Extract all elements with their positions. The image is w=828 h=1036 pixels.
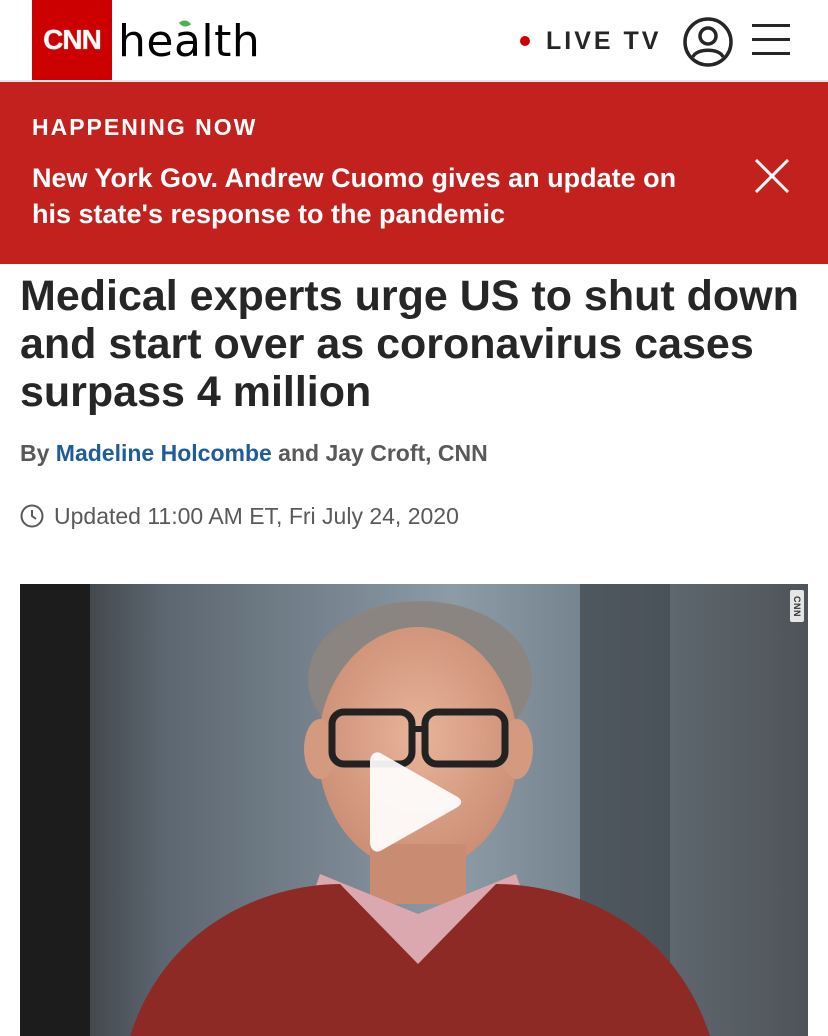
byline-rest: and Jay Croft, CNN (278, 440, 488, 466)
updated-text: Updated 11:00 AM ET, Fri July 24, 2020 (54, 502, 459, 529)
menu-button[interactable] (752, 20, 790, 60)
user-circle-icon (683, 17, 733, 67)
live-tv-label: LIVE TV (546, 26, 662, 55)
hamburger-menu-icon (752, 24, 790, 55)
live-indicator-dot (520, 36, 530, 46)
cnn-logo-text: CNN (43, 24, 102, 55)
banner-headline-link[interactable]: New York Gov. Andrew Cuomo gives an upda… (32, 160, 722, 232)
author-link[interactable]: Madeline Holcombe (56, 440, 272, 466)
byline-prefix: By (20, 440, 50, 466)
top-navigation-bar: CNN health LIVE TV (0, 0, 828, 82)
play-button[interactable] (368, 746, 464, 858)
play-icon (370, 752, 462, 852)
live-tv-button[interactable]: LIVE TV (520, 24, 661, 58)
byline: By Madeline Holcombe and Jay Croft, CNN (20, 440, 488, 467)
banner-close-button[interactable] (752, 156, 792, 196)
updated-timestamp: Updated 11:00 AM ET, Fri July 24, 2020 (20, 502, 459, 530)
happening-now-banner[interactable]: HAPPENING NOW New York Gov. Andrew Cuomo… (0, 82, 828, 264)
clock-icon (20, 504, 44, 528)
account-button[interactable] (682, 16, 734, 68)
cnn-watermark: CNN (790, 590, 804, 622)
cnn-logo[interactable]: CNN (32, 0, 112, 80)
section-name[interactable]: health (118, 10, 260, 72)
article-headline: Medical experts urge US to shut down and… (20, 272, 799, 416)
banner-kicker: HAPPENING NOW (32, 114, 258, 140)
video-player[interactable]: CNN (20, 584, 808, 1036)
close-icon (754, 158, 790, 194)
